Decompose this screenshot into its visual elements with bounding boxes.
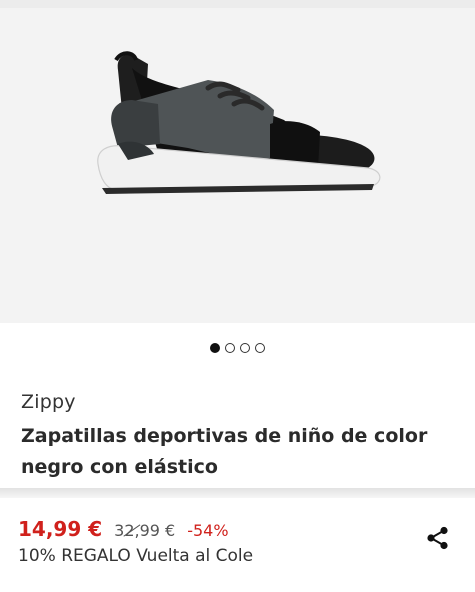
product-gallery[interactable] xyxy=(0,0,475,323)
original-price: 32,99 € xyxy=(114,521,176,540)
current-price: 14,99 € xyxy=(18,517,103,541)
gallery-dot-1[interactable] xyxy=(210,343,220,353)
gallery-dot-4[interactable] xyxy=(255,343,265,353)
promo-text: 10% REGALO Vuelta al Cole xyxy=(18,546,254,566)
share-icon[interactable] xyxy=(425,525,451,551)
product-image-shoe[interactable] xyxy=(88,40,388,200)
gallery-pagination[interactable] xyxy=(0,340,475,356)
section-divider xyxy=(0,488,475,498)
gallery-top-strip xyxy=(0,0,475,8)
product-title: Zapatillas deportivas de niño de color n… xyxy=(21,425,428,478)
product-brand: Zippy xyxy=(21,391,76,413)
gallery-dot-3[interactable] xyxy=(240,343,250,353)
gallery-dot-2[interactable] xyxy=(225,343,235,353)
price-row: 14,99 € 32,99 € -54% xyxy=(18,517,229,541)
discount-badge: -54% xyxy=(187,521,229,540)
